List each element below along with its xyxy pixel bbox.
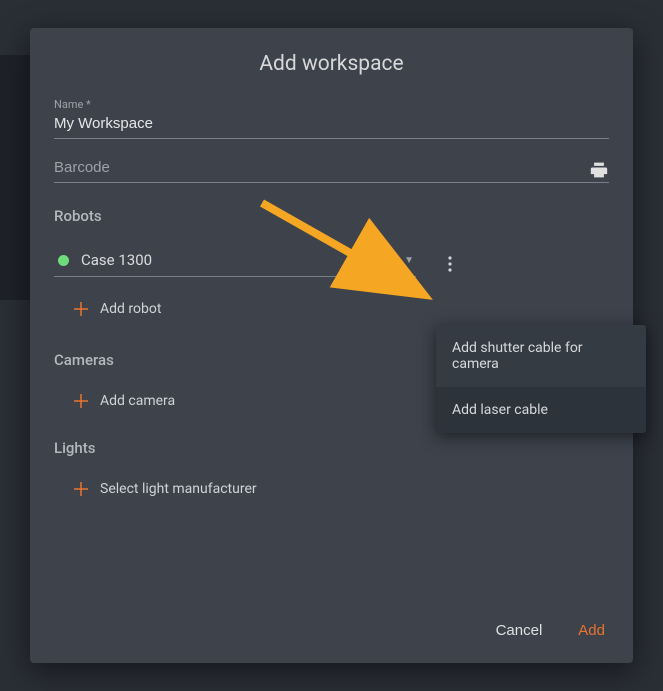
plus-icon xyxy=(74,394,88,408)
lights-header: Lights xyxy=(54,439,609,457)
robots-header: Robots xyxy=(54,207,609,225)
robot-selected-value: Case 1300 xyxy=(81,251,404,269)
dialog-title: Add workspace xyxy=(54,52,609,76)
background-band xyxy=(0,55,30,300)
name-input[interactable] xyxy=(54,115,609,132)
select-light-manufacturer-button[interactable]: Select light manufacturer xyxy=(74,481,609,497)
menu-item-add-laser-cable[interactable]: Add laser cable xyxy=(436,387,646,433)
barcode-field xyxy=(54,159,609,183)
menu-item-add-shutter-cable[interactable]: Add shutter cable for camera xyxy=(436,325,646,387)
name-label: Name * xyxy=(54,98,609,111)
add-robot-label: Add robot xyxy=(100,301,161,317)
add-camera-label: Add camera xyxy=(100,393,175,409)
add-button[interactable]: Add xyxy=(574,616,609,645)
status-online-icon xyxy=(58,255,69,266)
robot-context-menu: Add shutter cable for camera Add laser c… xyxy=(436,325,646,433)
plus-icon xyxy=(74,302,88,316)
robot-select[interactable]: Case 1300 ▼ xyxy=(54,251,416,277)
robot-overflow-button[interactable] xyxy=(438,252,462,276)
name-field: Name * xyxy=(54,98,609,139)
cancel-button[interactable]: Cancel xyxy=(492,616,547,645)
chevron-down-icon: ▼ xyxy=(404,255,414,266)
select-light-label: Select light manufacturer xyxy=(100,481,257,497)
barcode-input[interactable] xyxy=(54,159,579,176)
add-robot-button[interactable]: Add robot xyxy=(74,301,609,317)
plus-icon xyxy=(74,482,88,496)
print-icon[interactable] xyxy=(589,161,609,179)
dialog-actions: Cancel Add xyxy=(492,616,609,645)
robot-row: Case 1300 ▼ xyxy=(54,251,609,277)
